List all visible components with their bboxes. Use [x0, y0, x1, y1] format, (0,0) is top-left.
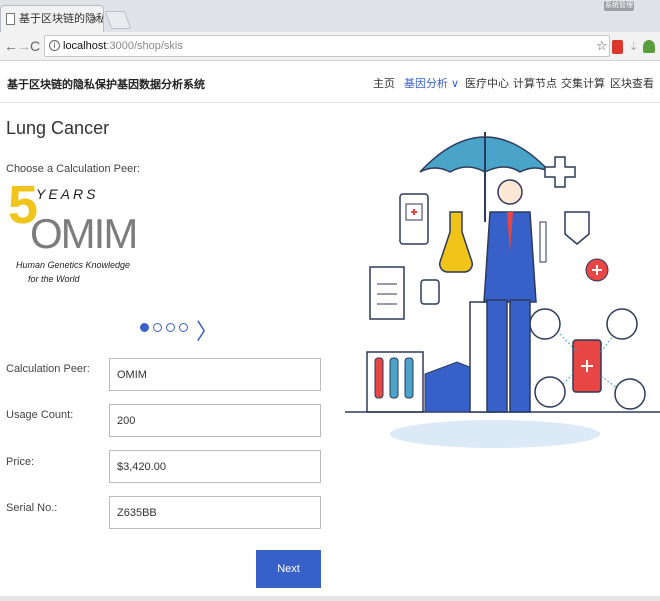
address-bar[interactable]: i localhost:3000/shop/skis — [44, 35, 610, 57]
ground-shadow — [390, 420, 600, 448]
carousel-dot-4[interactable] — [179, 323, 188, 332]
iv-bag-icon — [420, 279, 440, 305]
menu-item-home[interactable]: 主页 — [373, 75, 395, 91]
doctor-leg-left — [486, 299, 508, 413]
doctor-illustration — [345, 132, 660, 448]
logo-tagline-2: for the World — [28, 274, 80, 284]
connector-line — [600, 335, 614, 353]
avatar-icon — [606, 308, 638, 340]
carousel-dot-2[interactable] — [153, 323, 162, 332]
test-tube-red — [374, 357, 384, 399]
choose-peer-label: Choose a Calculation Peer: — [6, 163, 140, 175]
avatar-icon — [529, 308, 561, 340]
extension-red-icon[interactable] — [612, 40, 623, 54]
doctor-head — [497, 179, 523, 205]
browser-tab[interactable]: 基于区块链的隐私保 × — [0, 5, 104, 32]
connector-line — [600, 375, 618, 389]
carousel-dot-1[interactable] — [140, 323, 149, 332]
site-brand[interactable]: 基于区块链的隐私保护基因数据分析系统 — [7, 76, 205, 92]
serial-no-label: Serial No.: — [6, 502, 58, 514]
flask-icon — [439, 211, 473, 273]
info-icon[interactable]: i — [49, 40, 60, 51]
serial-no-input[interactable] — [109, 496, 321, 529]
logo-omim: OMIM — [30, 210, 138, 257]
omim-logo[interactable]: 5 YEARS OMIM Human Genetics Knowledge fo… — [8, 178, 138, 290]
chevron-right-icon[interactable]: 〉 — [196, 314, 218, 346]
menu-item-compute-nodes[interactable]: 计算节点 — [513, 75, 557, 91]
browser-tabstrip: 基于区块链的隐私保 × 系统管理 — [0, 0, 660, 32]
medical-cross-icon — [544, 156, 576, 188]
logo-years: YEARS — [36, 186, 99, 202]
syringe-icon — [539, 221, 547, 263]
shield-icon — [564, 211, 590, 245]
usage-count-input[interactable] — [109, 404, 321, 437]
site-header: 基于区块链的隐私保护基因数据分析系统 主页 基因分析 ∨ 医疗中心 计算节点 交… — [0, 61, 660, 103]
url-host: localhost — [63, 40, 107, 52]
avatar-icon — [614, 378, 646, 410]
menu-item-intersection[interactable]: 交集计算 — [561, 75, 605, 91]
url-path: :3000/shop/skis — [106, 40, 183, 52]
calculation-peer-label: Calculation Peer: — [6, 363, 90, 375]
document-icon — [6, 13, 15, 25]
price-label: Price: — [6, 456, 35, 468]
next-button[interactable]: Next — [256, 550, 321, 588]
menu-item-blocks[interactable]: 区块查看 — [610, 75, 654, 91]
test-tube-blue — [404, 357, 414, 399]
browser-toolbar: ← → C i localhost:3000/shop/skis ☆ ⇣ — [0, 32, 660, 61]
connector-line — [562, 373, 574, 385]
extension-download-icon[interactable]: ⇣ — [629, 40, 638, 53]
close-tab-icon[interactable]: × — [91, 6, 98, 32]
page-title: Lung Cancer — [6, 118, 110, 138]
reload-icon[interactable]: C — [30, 38, 40, 54]
carousel-dot-3[interactable] — [166, 323, 175, 332]
avatar-icon — [534, 376, 566, 408]
logo-tagline: Human Genetics Knowledge — [16, 260, 131, 270]
doctor-leg-right — [509, 299, 531, 413]
calculation-peer-input[interactable] — [109, 358, 321, 391]
extension-green-icon[interactable] — [643, 40, 655, 53]
window-control-button[interactable]: 系统管理 — [604, 1, 634, 11]
price-input[interactable] — [109, 450, 321, 483]
forward-arrow-icon[interactable]: → — [17, 38, 31, 54]
new-tab-button[interactable] — [104, 11, 132, 29]
clipboard-icon — [369, 266, 405, 320]
menu-item-gene-analysis[interactable]: 基因分析 ∨ — [404, 75, 459, 91]
menu-item-medical-center[interactable]: 医疗中心 — [465, 75, 509, 91]
back-arrow-icon[interactable]: ← — [4, 38, 18, 54]
window-bottom-edge — [0, 596, 660, 601]
usage-count-label: Usage Count: — [6, 409, 74, 421]
test-tube-blue — [389, 357, 399, 399]
bookmark-star-icon[interactable]: ☆ — [596, 38, 608, 54]
